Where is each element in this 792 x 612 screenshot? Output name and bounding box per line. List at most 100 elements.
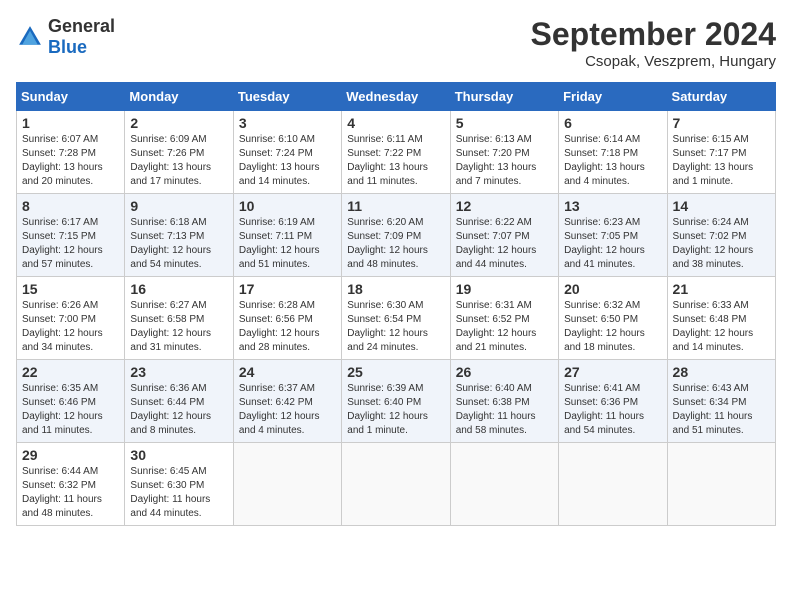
day-info-22: Sunrise: 6:35 AMSunset: 6:46 PMDaylight:… bbox=[22, 383, 103, 436]
day-number-5: 5 bbox=[456, 115, 553, 131]
day-info-26: Sunrise: 6:40 AMSunset: 6:38 PMDaylight:… bbox=[456, 383, 536, 436]
day-number-17: 17 bbox=[239, 281, 336, 297]
day-info-29: Sunrise: 6:44 AMSunset: 6:32 PMDaylight:… bbox=[22, 466, 102, 519]
day-cell-18: 18 Sunrise: 6:30 AMSunset: 6:54 PMDaylig… bbox=[342, 277, 450, 360]
col-sunday: Sunday bbox=[17, 83, 125, 111]
day-number-12: 12 bbox=[456, 198, 553, 214]
header: General Blue September 2024 Csopak, Vesz… bbox=[16, 16, 776, 70]
day-number-24: 24 bbox=[239, 364, 336, 380]
col-thursday: Thursday bbox=[450, 83, 558, 111]
empty-cell-4-6 bbox=[667, 443, 775, 526]
day-number-23: 23 bbox=[130, 364, 227, 380]
day-number-15: 15 bbox=[22, 281, 119, 297]
week-row-3: 15 Sunrise: 6:26 AMSunset: 7:00 PMDaylig… bbox=[17, 277, 776, 360]
empty-cell-4-4 bbox=[450, 443, 558, 526]
day-cell-12: 12 Sunrise: 6:22 AMSunset: 7:07 PMDaylig… bbox=[450, 194, 558, 277]
day-number-16: 16 bbox=[130, 281, 227, 297]
day-cell-3: 3 Sunrise: 6:10 AMSunset: 7:24 PMDayligh… bbox=[233, 111, 341, 194]
day-number-14: 14 bbox=[673, 198, 770, 214]
day-info-23: Sunrise: 6:36 AMSunset: 6:44 PMDaylight:… bbox=[130, 383, 211, 436]
day-info-21: Sunrise: 6:33 AMSunset: 6:48 PMDaylight:… bbox=[673, 300, 754, 353]
day-number-26: 26 bbox=[456, 364, 553, 380]
day-cell-21: 21 Sunrise: 6:33 AMSunset: 6:48 PMDaylig… bbox=[667, 277, 775, 360]
week-row-4: 22 Sunrise: 6:35 AMSunset: 6:46 PMDaylig… bbox=[17, 360, 776, 443]
day-cell-7: 7 Sunrise: 6:15 AMSunset: 7:17 PMDayligh… bbox=[667, 111, 775, 194]
week-row-1: 1 Sunrise: 6:07 AMSunset: 7:28 PMDayligh… bbox=[17, 111, 776, 194]
location-title: Csopak, Veszprem, Hungary bbox=[531, 53, 776, 70]
day-cell-25: 25 Sunrise: 6:39 AMSunset: 6:40 PMDaylig… bbox=[342, 360, 450, 443]
col-friday: Friday bbox=[559, 83, 667, 111]
day-number-9: 9 bbox=[130, 198, 227, 214]
logo-icon bbox=[16, 23, 44, 51]
day-cell-17: 17 Sunrise: 6:28 AMSunset: 6:56 PMDaylig… bbox=[233, 277, 341, 360]
logo-general-text: General bbox=[48, 16, 115, 36]
day-info-4: Sunrise: 6:11 AMSunset: 7:22 PMDaylight:… bbox=[347, 134, 428, 187]
month-title: September 2024 bbox=[531, 16, 776, 53]
day-cell-11: 11 Sunrise: 6:20 AMSunset: 7:09 PMDaylig… bbox=[342, 194, 450, 277]
col-wednesday: Wednesday bbox=[342, 83, 450, 111]
day-cell-10: 10 Sunrise: 6:19 AMSunset: 7:11 PMDaylig… bbox=[233, 194, 341, 277]
week-row-2: 8 Sunrise: 6:17 AMSunset: 7:15 PMDayligh… bbox=[17, 194, 776, 277]
day-info-18: Sunrise: 6:30 AMSunset: 6:54 PMDaylight:… bbox=[347, 300, 428, 353]
day-number-19: 19 bbox=[456, 281, 553, 297]
day-cell-22: 22 Sunrise: 6:35 AMSunset: 6:46 PMDaylig… bbox=[17, 360, 125, 443]
day-cell-4: 4 Sunrise: 6:11 AMSunset: 7:22 PMDayligh… bbox=[342, 111, 450, 194]
day-number-7: 7 bbox=[673, 115, 770, 131]
day-cell-28: 28 Sunrise: 6:43 AMSunset: 6:34 PMDaylig… bbox=[667, 360, 775, 443]
day-cell-1: 1 Sunrise: 6:07 AMSunset: 7:28 PMDayligh… bbox=[17, 111, 125, 194]
day-cell-20: 20 Sunrise: 6:32 AMSunset: 6:50 PMDaylig… bbox=[559, 277, 667, 360]
day-cell-2: 2 Sunrise: 6:09 AMSunset: 7:26 PMDayligh… bbox=[125, 111, 233, 194]
day-info-28: Sunrise: 6:43 AMSunset: 6:34 PMDaylight:… bbox=[673, 383, 753, 436]
day-cell-14: 14 Sunrise: 6:24 AMSunset: 7:02 PMDaylig… bbox=[667, 194, 775, 277]
day-cell-24: 24 Sunrise: 6:37 AMSunset: 6:42 PMDaylig… bbox=[233, 360, 341, 443]
day-info-3: Sunrise: 6:10 AMSunset: 7:24 PMDaylight:… bbox=[239, 134, 320, 187]
day-cell-13: 13 Sunrise: 6:23 AMSunset: 7:05 PMDaylig… bbox=[559, 194, 667, 277]
week-row-5: 29 Sunrise: 6:44 AMSunset: 6:32 PMDaylig… bbox=[17, 443, 776, 526]
day-number-6: 6 bbox=[564, 115, 661, 131]
day-info-19: Sunrise: 6:31 AMSunset: 6:52 PMDaylight:… bbox=[456, 300, 537, 353]
header-row: Sunday Monday Tuesday Wednesday Thursday… bbox=[17, 83, 776, 111]
day-number-10: 10 bbox=[239, 198, 336, 214]
day-info-7: Sunrise: 6:15 AMSunset: 7:17 PMDaylight:… bbox=[673, 134, 754, 187]
col-saturday: Saturday bbox=[667, 83, 775, 111]
day-info-16: Sunrise: 6:27 AMSunset: 6:58 PMDaylight:… bbox=[130, 300, 211, 353]
day-number-28: 28 bbox=[673, 364, 770, 380]
day-cell-23: 23 Sunrise: 6:36 AMSunset: 6:44 PMDaylig… bbox=[125, 360, 233, 443]
empty-cell-4-5 bbox=[559, 443, 667, 526]
day-cell-26: 26 Sunrise: 6:40 AMSunset: 6:38 PMDaylig… bbox=[450, 360, 558, 443]
day-info-5: Sunrise: 6:13 AMSunset: 7:20 PMDaylight:… bbox=[456, 134, 537, 187]
day-number-29: 29 bbox=[22, 447, 119, 463]
day-number-30: 30 bbox=[130, 447, 227, 463]
day-cell-5: 5 Sunrise: 6:13 AMSunset: 7:20 PMDayligh… bbox=[450, 111, 558, 194]
day-number-13: 13 bbox=[564, 198, 661, 214]
day-info-2: Sunrise: 6:09 AMSunset: 7:26 PMDaylight:… bbox=[130, 134, 211, 187]
day-cell-6: 6 Sunrise: 6:14 AMSunset: 7:18 PMDayligh… bbox=[559, 111, 667, 194]
day-cell-16: 16 Sunrise: 6:27 AMSunset: 6:58 PMDaylig… bbox=[125, 277, 233, 360]
day-info-30: Sunrise: 6:45 AMSunset: 6:30 PMDaylight:… bbox=[130, 466, 210, 519]
col-tuesday: Tuesday bbox=[233, 83, 341, 111]
day-number-8: 8 bbox=[22, 198, 119, 214]
logo: General Blue bbox=[16, 16, 115, 58]
day-number-2: 2 bbox=[130, 115, 227, 131]
day-number-25: 25 bbox=[347, 364, 444, 380]
day-number-18: 18 bbox=[347, 281, 444, 297]
day-info-11: Sunrise: 6:20 AMSunset: 7:09 PMDaylight:… bbox=[347, 217, 428, 270]
calendar-table: Sunday Monday Tuesday Wednesday Thursday… bbox=[16, 82, 776, 526]
day-number-11: 11 bbox=[347, 198, 444, 214]
empty-cell-4-2 bbox=[233, 443, 341, 526]
day-info-20: Sunrise: 6:32 AMSunset: 6:50 PMDaylight:… bbox=[564, 300, 645, 353]
day-info-10: Sunrise: 6:19 AMSunset: 7:11 PMDaylight:… bbox=[239, 217, 320, 270]
day-info-9: Sunrise: 6:18 AMSunset: 7:13 PMDaylight:… bbox=[130, 217, 211, 270]
day-info-27: Sunrise: 6:41 AMSunset: 6:36 PMDaylight:… bbox=[564, 383, 644, 436]
day-cell-9: 9 Sunrise: 6:18 AMSunset: 7:13 PMDayligh… bbox=[125, 194, 233, 277]
day-info-1: Sunrise: 6:07 AMSunset: 7:28 PMDaylight:… bbox=[22, 134, 103, 187]
day-info-17: Sunrise: 6:28 AMSunset: 6:56 PMDaylight:… bbox=[239, 300, 320, 353]
day-cell-19: 19 Sunrise: 6:31 AMSunset: 6:52 PMDaylig… bbox=[450, 277, 558, 360]
day-cell-29: 29 Sunrise: 6:44 AMSunset: 6:32 PMDaylig… bbox=[17, 443, 125, 526]
day-info-8: Sunrise: 6:17 AMSunset: 7:15 PMDaylight:… bbox=[22, 217, 103, 270]
day-number-4: 4 bbox=[347, 115, 444, 131]
col-monday: Monday bbox=[125, 83, 233, 111]
day-info-25: Sunrise: 6:39 AMSunset: 6:40 PMDaylight:… bbox=[347, 383, 428, 436]
day-info-13: Sunrise: 6:23 AMSunset: 7:05 PMDaylight:… bbox=[564, 217, 645, 270]
day-cell-8: 8 Sunrise: 6:17 AMSunset: 7:15 PMDayligh… bbox=[17, 194, 125, 277]
